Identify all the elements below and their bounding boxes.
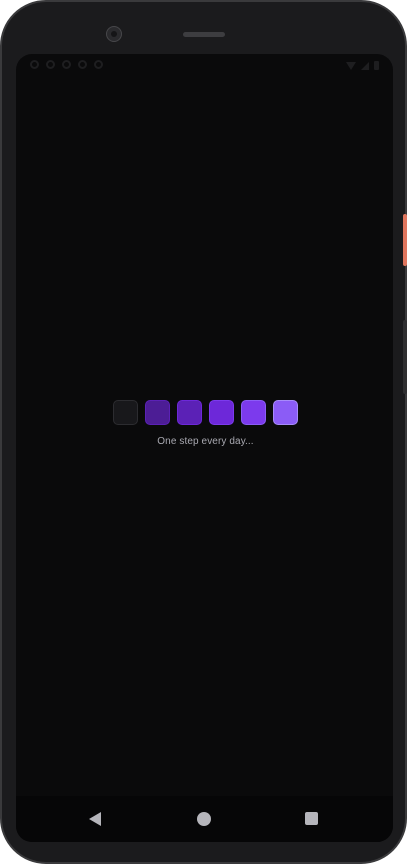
phone-frame: One step every day... xyxy=(0,0,407,864)
step-squares xyxy=(18,400,393,425)
signal-icon xyxy=(361,61,369,70)
loading-indicator: One step every day... xyxy=(16,400,393,447)
status-notification-icons xyxy=(30,60,103,69)
step-square-2 xyxy=(145,400,170,425)
front-camera xyxy=(106,26,122,42)
status-system-icons xyxy=(346,61,379,70)
volume-button[interactable] xyxy=(403,320,407,394)
screen: One step every day... xyxy=(16,54,393,842)
notification-icon xyxy=(46,60,55,69)
loading-caption: One step every day... xyxy=(157,436,254,447)
back-icon[interactable] xyxy=(89,812,101,826)
notification-icon xyxy=(30,60,39,69)
home-icon[interactable] xyxy=(197,812,211,826)
power-button[interactable] xyxy=(403,214,407,266)
notification-icon xyxy=(94,60,103,69)
step-square-1 xyxy=(113,400,138,425)
earpiece-speaker xyxy=(183,32,225,37)
recents-icon[interactable] xyxy=(305,812,318,825)
step-square-4 xyxy=(209,400,234,425)
navigation-bar xyxy=(16,796,393,842)
step-square-5 xyxy=(241,400,266,425)
step-square-3 xyxy=(177,400,202,425)
step-square-6 xyxy=(273,400,298,425)
notification-icon xyxy=(78,60,87,69)
notification-icon xyxy=(62,60,71,69)
wifi-icon xyxy=(346,61,356,70)
battery-icon xyxy=(374,61,379,70)
status-bar xyxy=(16,54,393,80)
